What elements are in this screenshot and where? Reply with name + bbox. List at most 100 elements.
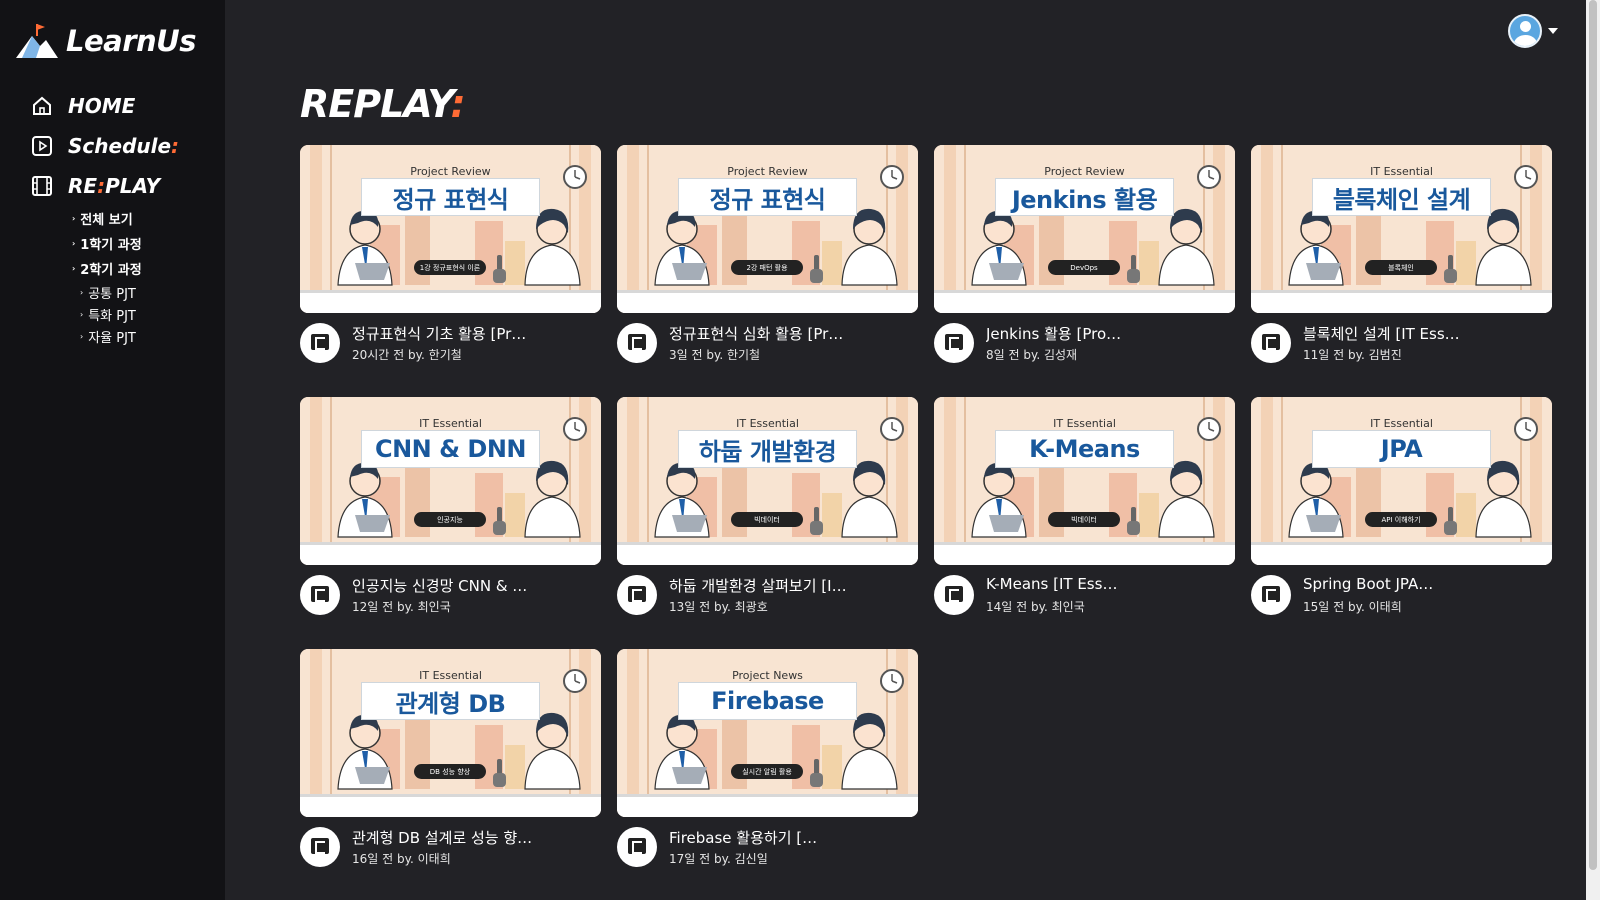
submenu-all-label: 전체 보기	[80, 213, 133, 228]
submenu-semester-1[interactable]: › 1학기 과정	[72, 231, 179, 256]
video-subtitle: 15일 전 by. 이태희	[1303, 600, 1402, 614]
nav-home[interactable]: HOME	[30, 86, 179, 126]
channel-monitor-icon[interactable]	[300, 575, 340, 615]
channel-monitor-icon[interactable]	[300, 323, 340, 363]
video-card[interactable]: IT Essential 하둡 개발환경 빅데이터 하둡 개발환경 살펴보기 […	[617, 397, 918, 649]
video-title[interactable]: Firebase 활용하기 […	[669, 827, 909, 848]
submenu-all[interactable]: › 전체 보기	[72, 206, 179, 231]
video-title[interactable]: 정규표현식 심화 활용 [Pr…	[669, 323, 909, 344]
video-thumbnail[interactable]: IT Essential 하둡 개발환경 빅데이터	[617, 397, 918, 565]
nav-replay-text-b: PLAY	[105, 174, 161, 198]
video-title[interactable]: Spring Boot JPA…	[1303, 575, 1543, 596]
video-card[interactable]: Project Review 정규 표현식 2강 패턴 활용 정규표현식 심화 …	[617, 145, 918, 397]
video-title[interactable]: K-Means [IT Ess…	[986, 575, 1226, 596]
submenu-common-pjt[interactable]: › 공통 PJT	[80, 281, 179, 303]
video-subtitle: 13일 전 by. 최광호	[669, 600, 768, 614]
video-meta: 하둡 개발환경 살펴보기 [I… 13일 전 by. 최광호	[617, 575, 918, 615]
video-card[interactable]: IT Essential CNN & DNN 인공지능 인공지능 신경망 CNN…	[300, 397, 601, 649]
submenu-semester-1-label: 1학기 과정	[80, 238, 142, 253]
thumbnail-title: 하둡 개발환경	[698, 437, 837, 466]
submenu-semester-2-label: 2학기 과정	[80, 263, 142, 278]
video-title[interactable]: 하둡 개발환경 살펴보기 [I…	[669, 575, 909, 596]
play-square-icon	[30, 134, 54, 158]
video-thumbnail[interactable]: IT Essential CNN & DNN 인공지능	[300, 397, 601, 565]
thumbnail-title: 블록체인 설계	[1332, 185, 1471, 214]
scrollbar[interactable]	[1586, 0, 1600, 900]
thumbnail-pill: 2강 패턴 활용	[731, 260, 803, 275]
nav-schedule[interactable]: Schedule:	[30, 126, 179, 166]
video-card[interactable]: Project News Firebase 실시간 알림 활용 Firebase…	[617, 649, 918, 900]
nav-replay[interactable]: RE:PLAY	[30, 166, 179, 206]
submenu-semester-2[interactable]: › 2학기 과정	[72, 256, 179, 281]
video-thumbnail[interactable]: Project News Firebase 실시간 알림 활용	[617, 649, 918, 817]
video-thumbnail[interactable]: IT Essential 블록체인 설계 블록체인	[1251, 145, 1552, 313]
thumbnail-category: Project Review	[727, 165, 808, 178]
video-subtitle: 20시간 전 by. 한기철	[352, 348, 462, 362]
nav-replay-label: RE:PLAY	[68, 174, 160, 198]
main-nav: HOME Schedule: RE:PLAY › 전체 보기 › 1학기 과정 › 2…	[30, 86, 179, 347]
thumbnail-category: IT Essential	[419, 417, 482, 430]
thumbnail-title-box: JPA	[1312, 430, 1491, 468]
channel-monitor-icon[interactable]	[617, 827, 657, 867]
submenu-free-pjt-label: 자율 PJT	[88, 330, 136, 346]
video-title[interactable]: Jenkins 활용 [Pro…	[986, 323, 1226, 344]
thumbnail-title-box: K-Means	[995, 430, 1174, 468]
video-thumbnail[interactable]: IT Essential K-Means 빅데이터	[934, 397, 1235, 565]
page-title: REPLAY:	[300, 82, 466, 126]
video-thumbnail[interactable]: Project Review Jenkins 활용 DevOps	[934, 145, 1235, 313]
video-title[interactable]: 인공지능 신경망 CNN & …	[352, 575, 592, 596]
video-title[interactable]: 정규표현식 기초 활용 [Pr…	[352, 323, 592, 344]
video-meta: Spring Boot JPA… 15일 전 by. 이태희	[1251, 575, 1552, 615]
thumbnail-pill: DevOps	[1048, 260, 1120, 275]
scrollbar-thumb[interactable]	[1589, 0, 1597, 870]
thumbnail-title-box: 블록체인 설계	[1312, 178, 1491, 216]
thumbnail-title: 정규 표현식	[392, 185, 509, 214]
video-meta-text: 정규표현식 기초 활용 [Pr… 20시간 전 by. 한기철	[352, 323, 592, 363]
video-thumbnail[interactable]: Project Review 정규 표현식 1강 정규표현식 이론	[300, 145, 601, 313]
chevron-right-icon: ›	[80, 287, 84, 297]
video-subtitle: 14일 전 by. 최인국	[986, 600, 1085, 614]
thumbnail-title: K-Means	[1029, 435, 1140, 463]
caret-down-icon	[1548, 28, 1558, 34]
video-subtitle: 16일 전 by. 이태희	[352, 852, 451, 866]
video-meta: 정규표현식 기초 활용 [Pr… 20시간 전 by. 한기철	[300, 323, 601, 363]
channel-monitor-icon[interactable]	[1251, 575, 1291, 615]
video-meta-text: 인공지능 신경망 CNN & … 12일 전 by. 최인국	[352, 575, 592, 615]
profile-menu[interactable]	[1508, 14, 1558, 48]
channel-monitor-icon[interactable]	[300, 827, 340, 867]
nav-schedule-text: Schedule	[68, 134, 172, 158]
channel-monitor-icon[interactable]	[934, 575, 974, 615]
channel-monitor-icon[interactable]	[1251, 323, 1291, 363]
video-title[interactable]: 블록체인 설계 [IT Ess…	[1303, 323, 1543, 344]
video-card[interactable]: Project Review 정규 표현식 1강 정규표현식 이론 정규표현식 …	[300, 145, 601, 397]
video-card[interactable]: IT Essential 블록체인 설계 블록체인 블록체인 설계 [IT Es…	[1251, 145, 1552, 397]
thumbnail-title: CNN & DNN	[374, 435, 527, 463]
thumbnail-pill: 블록체인	[1365, 260, 1437, 275]
video-card[interactable]: IT Essential K-Means 빅데이터 K-Means [IT Es…	[934, 397, 1235, 649]
thumbnail-title-box: 정규 표현식	[678, 178, 857, 216]
channel-monitor-icon[interactable]	[617, 575, 657, 615]
submenu-free-pjt[interactable]: › 자율 PJT	[80, 325, 179, 347]
nav-replay-colon: :	[97, 174, 106, 198]
thumbnail-pill: 빅데이터	[1048, 512, 1120, 527]
video-meta: Jenkins 활용 [Pro… 8일 전 by. 김성재	[934, 323, 1235, 363]
thumbnail-category: Project Review	[1044, 165, 1125, 178]
video-meta: Firebase 활용하기 [… 17일 전 by. 김신일	[617, 827, 918, 867]
thumbnail-title: Jenkins 활용	[1011, 185, 1158, 214]
channel-monitor-icon[interactable]	[934, 323, 974, 363]
video-title[interactable]: 관계형 DB 설계로 성능 향…	[352, 827, 592, 848]
video-card[interactable]: IT Essential JPA API 이해하기 Spring Boot JP…	[1251, 397, 1552, 649]
thumbnail-title: 관계형 DB	[395, 689, 506, 718]
video-meta: K-Means [IT Ess… 14일 전 by. 최인국	[934, 575, 1235, 615]
chevron-right-icon: ›	[72, 239, 76, 248]
video-card[interactable]: Project Review Jenkins 활용 DevOps Jenkins…	[934, 145, 1235, 397]
video-thumbnail[interactable]: Project Review 정규 표현식 2강 패턴 활용	[617, 145, 918, 313]
logo[interactable]: LearnUs	[16, 22, 196, 60]
submenu-special-pjt[interactable]: › 특화 PJT	[80, 303, 179, 325]
video-thumbnail[interactable]: IT Essential JPA API 이해하기	[1251, 397, 1552, 565]
video-meta-text: 정규표현식 심화 활용 [Pr… 3일 전 by. 한기철	[669, 323, 909, 363]
video-thumbnail[interactable]: IT Essential 관계형 DB DB 성능 향상	[300, 649, 601, 817]
thumbnail-pill: DB 성능 향상	[414, 764, 486, 779]
channel-monitor-icon[interactable]	[617, 323, 657, 363]
video-card[interactable]: IT Essential 관계형 DB DB 성능 향상 관계형 DB 설계로 …	[300, 649, 601, 900]
